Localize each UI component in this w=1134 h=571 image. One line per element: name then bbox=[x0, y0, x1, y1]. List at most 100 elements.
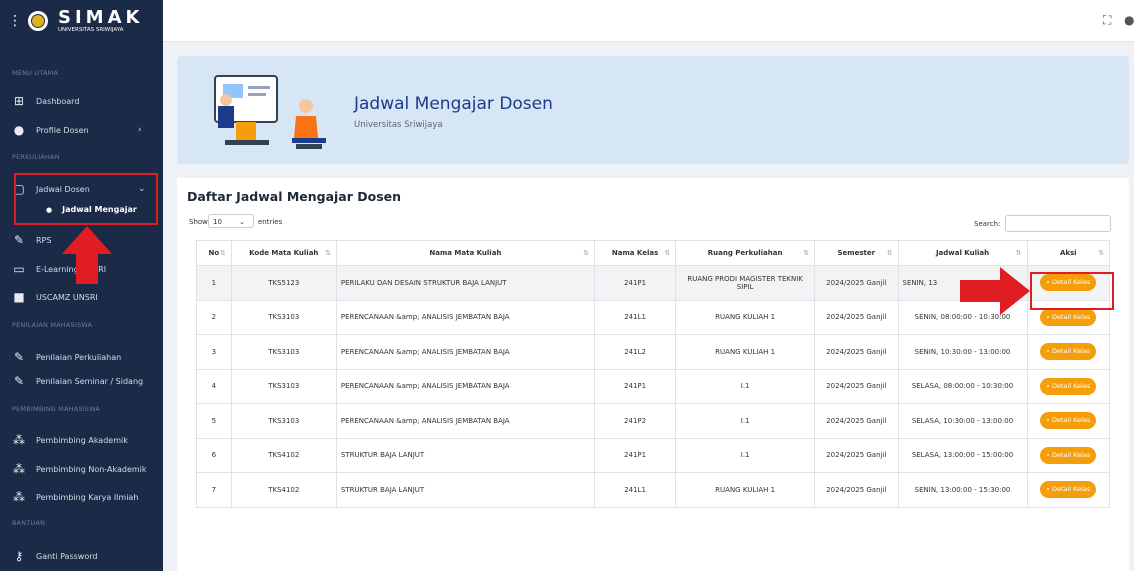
video-icon: ■ bbox=[13, 290, 25, 304]
edit-icon: ✎ bbox=[13, 350, 25, 364]
sidebar: ⋮ SIMAK UNIVERSITAS SRIWIJAYA MENU UTAMA … bbox=[0, 0, 163, 571]
detail-kelas-button[interactable]: ⌕ Detail Kelas bbox=[1040, 308, 1097, 326]
table-cell: 241P1 bbox=[593, 265, 677, 301]
sort-icon[interactable]: ⇅ bbox=[583, 249, 589, 257]
section-penilaian: PENILAIAN MAHASISWA bbox=[12, 321, 93, 329]
column-header[interactable]: No ⇅ bbox=[196, 240, 232, 266]
column-header[interactable]: Nama Mata Kuliah ⇅ bbox=[335, 240, 595, 266]
dashboard-icon: ⊞ bbox=[13, 94, 25, 108]
table-cell: STRUKTUR BAJA LANJUT bbox=[335, 472, 595, 508]
app-name: SIMAK bbox=[58, 6, 144, 28]
column-header[interactable]: Aksi ⇅ bbox=[1026, 240, 1111, 266]
action-cell: ⌕ Detail Kelas bbox=[1026, 368, 1111, 404]
sort-icon[interactable]: ⇅ bbox=[664, 249, 670, 257]
table-cell: TKS3103 bbox=[230, 299, 337, 335]
users-icon: ⁂ bbox=[13, 462, 25, 476]
sort-icon[interactable]: ⇅ bbox=[1016, 249, 1022, 257]
table-cell: SELASA, 10:30:00 - 13:00:00 bbox=[897, 403, 1028, 439]
detail-kelas-button[interactable]: ⌕ Detail Kelas bbox=[1040, 343, 1097, 361]
table-cell: TKS3103 bbox=[230, 368, 337, 404]
table-cell: 2024/2025 Ganjil bbox=[814, 299, 899, 335]
sidebar-item-pembimbing-karya[interactable]: ⁂ Pembimbing Karya Ilmiah bbox=[0, 490, 163, 504]
sidebar-item-ganti-password[interactable]: ⚷ Ganti Password bbox=[0, 549, 163, 563]
column-header[interactable]: Nama Kelas ⇅ bbox=[593, 240, 677, 266]
column-header[interactable]: Ruang Perkuliahan ⇅ bbox=[675, 240, 816, 266]
sidebar-item-dashboard[interactable]: ⊞ Dashboard bbox=[0, 94, 163, 108]
table-row: 5 TKS3103 PERENCANAAN &amp; ANALISIS JEMBA… bbox=[196, 403, 1111, 439]
table-cell: 2024/2025 Ganjil bbox=[814, 472, 899, 508]
sort-icon[interactable]: ⇅ bbox=[887, 249, 893, 257]
fullscreen-icon[interactable]: ⛶ bbox=[1103, 13, 1111, 28]
sort-icon[interactable]: ⇅ bbox=[803, 249, 809, 257]
table-cell: 241L1 bbox=[593, 472, 677, 508]
column-header[interactable]: Jadwal Kuliah ⇅ bbox=[897, 240, 1028, 266]
table-header-row: No ⇅ Kode Mata Kuliah ⇅ Nama Mata Kuliah ⇅ Nam… bbox=[196, 240, 1111, 266]
sidebar-item-pembimbing-akademik[interactable]: ⁂ Pembimbing Akademik bbox=[0, 433, 163, 447]
detail-kelas-button[interactable]: ⌕ Detail Kelas bbox=[1040, 377, 1097, 395]
table-cell: 6 bbox=[196, 437, 232, 473]
table-cell: 1 bbox=[196, 265, 232, 301]
table-cell: 241L1 bbox=[593, 299, 677, 335]
section-perkuliahan: PERKULIAHAN bbox=[12, 153, 60, 161]
table-cell: I.1 bbox=[675, 368, 816, 404]
table-cell: I.1 bbox=[675, 437, 816, 473]
table-cell: SENIN, 13:00:00 - 15:30:00 bbox=[897, 472, 1028, 508]
page-header: Jadwal Mengajar Dosen Universitas Sriwij… bbox=[177, 56, 1129, 164]
edit-icon: ✎ bbox=[13, 374, 25, 388]
action-cell: ⌕ Detail Kelas bbox=[1026, 437, 1111, 473]
detail-kelas-label: Detail Kelas bbox=[1051, 450, 1091, 459]
table-cell: 2024/2025 Ganjil bbox=[814, 403, 899, 439]
sidebar-item-uscamz[interactable]: ■ USCAMZ UNSRI bbox=[0, 290, 163, 304]
sidebar-item-penilaian-perkuliahan[interactable]: ✎ Penilaian Perkuliahan bbox=[0, 350, 163, 364]
highlight-box-action bbox=[1030, 272, 1114, 310]
table-cell: RUANG KULIAH 1 bbox=[675, 299, 816, 335]
table-row: 4 TKS3103 PERENCANAAN &amp; ANALISIS JEMBA… bbox=[196, 368, 1111, 404]
table-cell: PERENCANAAN &amp; ANALISIS JEMBATAN BAJA bbox=[335, 368, 595, 404]
table-cell: 4 bbox=[196, 368, 232, 404]
table-cell: PERENCANAAN &amp; ANALISIS JEMBATAN BAJA bbox=[335, 299, 595, 335]
section-menu-utama: MENU UTAMA bbox=[12, 69, 59, 77]
user-icon[interactable]: ● bbox=[1124, 13, 1134, 27]
top-bar: ⛶ ● bbox=[163, 0, 1134, 42]
table-cell: RUANG KULIAH 1 bbox=[675, 334, 816, 370]
entries-select[interactable]: 10 ⌄ bbox=[208, 214, 254, 228]
menu-toggle-icon[interactable]: ⋮ bbox=[8, 13, 22, 29]
table-cell: PERILAKU DAN DESAIN STRUKTUR BAJA LANJUT bbox=[335, 265, 595, 301]
table-cell: 2024/2025 Ganjil bbox=[814, 368, 899, 404]
table-row: 7 TKS4102 STRUKTUR BAJA LANJUT 241L1 RUANG K… bbox=[196, 472, 1111, 508]
column-header[interactable]: Kode Mata Kuliah ⇅ bbox=[230, 240, 337, 266]
search-input[interactable] bbox=[1005, 215, 1111, 232]
user-icon: ● bbox=[13, 123, 25, 137]
page-subtitle: Universitas Sriwijaya bbox=[354, 120, 443, 130]
table-cell: 241L2 bbox=[593, 334, 677, 370]
table-cell: TKS4102 bbox=[230, 437, 337, 473]
sort-icon[interactable]: ⇅ bbox=[1098, 249, 1104, 257]
sidebar-item-penilaian-seminar[interactable]: ✎ Penilaian Seminar / Sidang bbox=[0, 374, 163, 388]
card-title: Daftar Jadwal Mengajar Dosen bbox=[187, 189, 402, 204]
users-icon: ⁂ bbox=[13, 490, 25, 504]
table-cell: I.1 bbox=[675, 403, 816, 439]
entries-label: entries bbox=[258, 218, 283, 226]
column-header[interactable]: Semester ⇅ bbox=[814, 240, 899, 266]
detail-kelas-label: Detail Kelas bbox=[1051, 381, 1091, 390]
sidebar-item-profile[interactable]: ● Profile Dosen › bbox=[0, 123, 163, 137]
table-cell: 241P1 bbox=[593, 368, 677, 404]
sidebar-item-pembimbing-non-akademik[interactable]: ⁂ Pembimbing Non-Akademik bbox=[0, 462, 163, 476]
action-cell: ⌕ Detail Kelas bbox=[1026, 472, 1111, 508]
table-cell: TKS4102 bbox=[230, 472, 337, 508]
app-subtitle: UNIVERSITAS SRIWIJAYA bbox=[58, 26, 124, 33]
table-row: 6 TKS4102 STRUKTUR BAJA LANJUT 241P1 I.1 2024… bbox=[196, 437, 1111, 473]
detail-kelas-button[interactable]: ⌕ Detail Kelas bbox=[1040, 412, 1097, 430]
users-icon: ⁂ bbox=[13, 433, 25, 447]
sort-icon[interactable]: ⇅ bbox=[220, 249, 226, 257]
key-icon: ⚷ bbox=[14, 549, 24, 563]
chevron-right-icon: › bbox=[138, 125, 142, 135]
brand: ⋮ SIMAK UNIVERSITAS SRIWIJAYA bbox=[0, 0, 163, 42]
show-label: Show bbox=[189, 218, 208, 226]
detail-kelas-button[interactable]: ⌕ Detail Kelas bbox=[1040, 481, 1097, 499]
sort-icon[interactable]: ⇅ bbox=[325, 249, 331, 257]
table-cell: STRUKTUR BAJA LANJUT bbox=[335, 437, 595, 473]
detail-kelas-button[interactable]: ⌕ Detail Kelas bbox=[1040, 446, 1097, 464]
table-cell: SELASA, 13:00:00 - 15:00:00 bbox=[897, 437, 1028, 473]
table-cell: 5 bbox=[196, 403, 232, 439]
